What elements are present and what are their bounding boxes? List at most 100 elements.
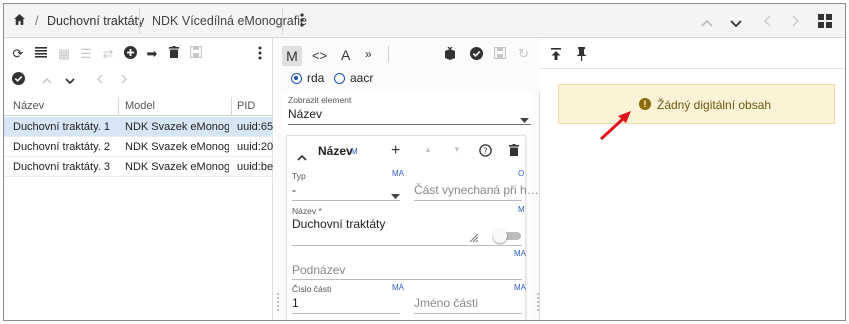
cell-name: Duchovní traktáty. 2 <box>13 141 111 153</box>
column-separator[interactable] <box>118 97 119 116</box>
cell-model: NDK Svazek eMonog… <box>125 141 229 153</box>
delete-icon[interactable] <box>166 46 182 62</box>
chevron-down-icon[interactable] <box>62 72 78 88</box>
table-row[interactable]: Duchovní traktáty. 1 NDK Svazek eMonog… … <box>4 117 273 137</box>
marc-mode-button[interactable]: M <box>282 46 302 66</box>
toggle-knob <box>493 229 507 243</box>
type-select-value[interactable]: - <box>292 183 296 197</box>
part-omitted-badge: O <box>518 169 525 178</box>
tree-panel: ⟳ ▦ ☰ ⇄ ➡ Název Model PID Duchovní trakt… <box>4 38 273 320</box>
more-vert-icon[interactable] <box>300 12 304 31</box>
add-icon[interactable] <box>122 46 138 62</box>
divider <box>541 68 845 69</box>
field-underline <box>292 245 522 246</box>
type-badge: MA <box>392 169 404 178</box>
top-bar: / Duchovní traktáty NDK Vícedílná eMonog… <box>4 4 845 38</box>
chevron-right-icon[interactable] <box>116 72 132 88</box>
radio-rda-label: rda <box>307 71 325 85</box>
divider <box>139 8 140 34</box>
app-window: / Duchovní traktáty NDK Vícedílná eMonog… <box>3 3 846 321</box>
column-header-model[interactable]: Model <box>125 100 155 112</box>
display-element-label: Zobrazit element <box>288 95 352 105</box>
title-field-value[interactable]: Duchovní traktáty <box>292 217 385 231</box>
cell-model: NDK Svazek eMonog… <box>125 161 229 173</box>
resize-grip[interactable] <box>536 292 540 312</box>
move-down-icon[interactable]: ▼ <box>453 145 461 154</box>
save-icon[interactable] <box>493 46 507 62</box>
part-name-input[interactable]: Jméno části <box>414 296 478 310</box>
chevron-down-icon[interactable] <box>730 17 742 31</box>
help-icon[interactable]: ? <box>479 144 492 160</box>
divider <box>282 8 283 34</box>
radio-aacr[interactable] <box>334 73 345 84</box>
list-alt-icon[interactable]: ☰ <box>78 46 94 62</box>
info-icon: ! <box>639 98 651 110</box>
column-header-name[interactable]: Název <box>13 100 44 112</box>
arrow-right-icon[interactable]: ➡ <box>144 46 160 62</box>
text-mode-button[interactable]: A <box>341 47 350 63</box>
chevron-left-icon[interactable] <box>763 15 771 30</box>
save-icon[interactable] <box>188 45 204 62</box>
chevron-up-icon[interactable] <box>39 72 55 88</box>
add-icon[interactable]: + <box>391 142 400 160</box>
table-header: Název Model PID <box>4 97 273 116</box>
cell-name: Duchovní traktáty. 1 <box>13 121 111 133</box>
breadcrumb-separator: / <box>35 14 39 28</box>
cell-name: Duchovní traktáty. 3 <box>13 161 111 173</box>
metadata-panel: M <> A » ↻ rda aacr Zobrazit element Náz… <box>274 38 540 320</box>
more-vert-icon[interactable] <box>252 46 268 62</box>
radio-aacr-label: aacr <box>350 71 374 85</box>
display-element-value[interactable]: Název <box>288 107 322 121</box>
chevron-up-icon[interactable] <box>297 150 307 164</box>
home-icon[interactable] <box>13 13 26 29</box>
type-label: Typ <box>292 171 306 181</box>
chevron-up-icon[interactable] <box>701 16 713 30</box>
reload-icon[interactable]: ↻ <box>518 46 529 62</box>
content-panel: ! Žádný digitální obsah <box>541 38 845 320</box>
part-omitted-input[interactable]: Část vynechaná při h… <box>414 183 539 197</box>
breadcrumb-title[interactable]: Duchovní traktáty <box>47 14 144 28</box>
field-underline <box>292 279 522 280</box>
resize-grip[interactable] <box>276 292 280 312</box>
field-underline <box>288 124 531 125</box>
field-underline <box>292 313 400 314</box>
upload-icon[interactable] <box>550 48 562 64</box>
svg-text:?: ? <box>483 147 487 156</box>
tree-toolbar-2 <box>4 72 272 92</box>
subtitle-input[interactable]: Podnázev <box>292 263 345 277</box>
cell-model: NDK Svazek eMonog… <box>125 121 229 133</box>
part-number-value[interactable]: 1 <box>292 296 299 310</box>
pin-icon[interactable] <box>576 47 587 64</box>
title-field-badge: M <box>518 205 525 214</box>
resize-handle-icon[interactable] <box>469 232 479 246</box>
move-up-icon[interactable]: ▲ <box>424 145 432 154</box>
subtitle-badge: MA <box>514 249 526 258</box>
code-view-button[interactable]: <> <box>312 48 327 63</box>
chevron-right-icon[interactable] <box>792 15 800 30</box>
tab-title[interactable]: NDK Vícedílná eMonografie <box>152 14 307 28</box>
chevron-left-icon[interactable] <box>92 72 108 88</box>
table-row[interactable]: Duchovní traktáty. 2 NDK Svazek eMonog… … <box>4 137 273 157</box>
title-element-card: Název M + ▲ ▼ ? Typ MA - O Část vynechan… <box>286 135 539 320</box>
cell-pid: uuid:206 <box>237 141 273 153</box>
grid-view-icon[interactable]: ▦ <box>56 46 72 62</box>
check-circle-icon[interactable] <box>470 47 483 63</box>
refresh-icon[interactable]: ⟳ <box>10 46 26 62</box>
collapse-all-icon[interactable]: » <box>365 47 372 61</box>
swap-icon[interactable]: ⇄ <box>100 46 116 62</box>
check-circle-icon[interactable] <box>10 72 26 88</box>
delete-icon[interactable] <box>509 144 519 159</box>
part-name-badge: MA <box>514 283 526 292</box>
cell-pid: uuid:65c <box>237 121 273 133</box>
list-view-icon[interactable] <box>33 46 49 62</box>
field-underline <box>414 200 522 201</box>
table-row[interactable]: Duchovní traktáty. 3 NDK Svazek eMonog… … <box>4 157 273 177</box>
cell-pid: uuid:be9 <box>237 161 273 173</box>
column-separator[interactable] <box>231 97 232 116</box>
layout-grid-icon[interactable] <box>818 14 832 31</box>
title-field-label: Název * <box>292 206 322 216</box>
column-header-pid[interactable]: PID <box>237 100 255 112</box>
radio-rda[interactable] <box>291 73 302 84</box>
object-icon[interactable] <box>443 46 457 63</box>
part-number-badge: MA <box>392 283 404 292</box>
